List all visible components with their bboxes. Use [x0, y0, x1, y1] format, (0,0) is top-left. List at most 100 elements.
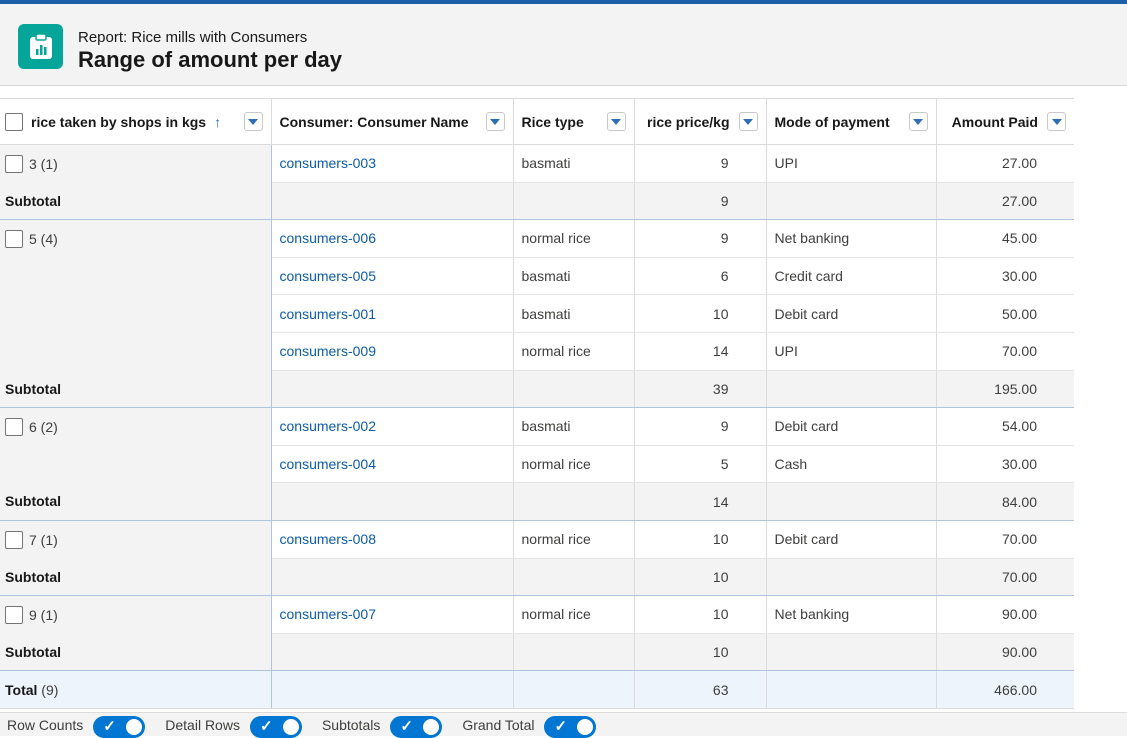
grand-total-row: Total (9) 63 466.00: [0, 670, 1074, 709]
row-counts-toggle-group: Row Counts ✓: [7, 712, 146, 738]
amount-cell: 45.00: [935, 219, 1074, 258]
subtotal-amount: 84.00: [935, 482, 1074, 521]
mode-cell: Debit card: [765, 520, 936, 559]
subtotal-amount: 70.00: [935, 558, 1074, 597]
subtotal-row: Subtotal 14 84.00: [0, 482, 1074, 521]
toggle-knob: [126, 718, 143, 735]
column-menu-chevron-down-icon[interactable]: [738, 112, 758, 131]
row-counts-toggle[interactable]: ✓: [93, 715, 146, 738]
consumer-link[interactable]: consumers-005: [270, 257, 513, 296]
column-menu-chevron-down-icon[interactable]: [1047, 112, 1066, 131]
subtotal-amount: 195.00: [935, 370, 1074, 409]
amount-cell: 90.00: [935, 595, 1074, 634]
toggle-label: Subtotals: [321, 716, 381, 733]
rice-type-cell: basmati: [512, 294, 634, 333]
rice-type-cell: basmati: [512, 144, 634, 183]
consumer-link[interactable]: consumers-006: [270, 219, 513, 258]
amount-cell: 70.00: [935, 520, 1074, 559]
report-subtitle: Report: Rice mills with Consumers: [78, 29, 308, 46]
subtotal-price: 9: [633, 182, 766, 221]
column-menu-chevron-down-icon[interactable]: [606, 112, 626, 131]
price-cell: 9: [633, 144, 766, 183]
subtotal-label: Subtotal: [0, 370, 272, 409]
subtotal-amount: 27.00: [935, 182, 1074, 221]
group-checkbox[interactable]: [5, 418, 23, 437]
price-cell: 10: [633, 520, 766, 559]
group-cell: 6 (2): [0, 407, 272, 483]
check-icon: ✓: [103, 717, 116, 735]
price-cell: 5: [633, 445, 766, 484]
mode-cell: Cash: [765, 445, 936, 484]
column-header-rice-type[interactable]: Rice type: [512, 98, 634, 145]
toggle-knob: [423, 718, 440, 735]
table-row: 6 (2) consumers-002 basmati 9 Debit card…: [0, 407, 1074, 483]
column-header-amount-paid[interactable]: Amount Paid: [935, 98, 1074, 145]
group-checkbox[interactable]: [5, 155, 23, 173]
column-header-rice-taken[interactable]: rice taken by shops in kgs ↑: [0, 98, 271, 145]
consumer-link[interactable]: consumers-002: [270, 407, 513, 446]
group-label: 9 (1): [29, 607, 58, 624]
subtotal-label: Subtotal: [0, 633, 272, 672]
column-header-mode-of-payment[interactable]: Mode of payment: [765, 98, 936, 145]
price-cell: 6: [633, 257, 766, 296]
consumer-link[interactable]: consumers-009: [270, 332, 513, 371]
column-menu-chevron-down-icon[interactable]: [243, 112, 263, 131]
select-all-checkbox[interactable]: [5, 112, 23, 131]
rice-type-cell: normal rice: [512, 520, 634, 559]
mode-cell: Net banking: [765, 595, 936, 634]
grand-total-toggle[interactable]: ✓: [544, 715, 597, 738]
table-row: 5 (4) consumers-006 normal rice 9 Net ba…: [0, 219, 1074, 371]
group-checkbox[interactable]: [5, 606, 23, 625]
consumer-link[interactable]: consumers-003: [270, 144, 513, 183]
column-header-consumer-name[interactable]: Consumer: Consumer Name: [270, 98, 513, 145]
column-label: Amount Paid: [951, 113, 1038, 130]
check-icon: ✓: [400, 717, 413, 735]
group-cell: 7 (1): [0, 520, 272, 559]
subtotal-price: 10: [633, 558, 766, 597]
consumer-link[interactable]: consumers-008: [270, 520, 513, 559]
price-cell: 9: [633, 407, 766, 446]
amount-cell: 54.00: [935, 407, 1074, 446]
report-header: Report: Rice mills with Consumers Range …: [0, 4, 1127, 86]
amount-cell: 30.00: [935, 257, 1074, 296]
detail-rows-toggle[interactable]: ✓: [249, 715, 302, 738]
group-label: 6 (2): [29, 419, 58, 436]
rice-type-cell: normal rice: [512, 219, 634, 258]
group-label: 3 (1): [29, 156, 58, 172]
consumer-link[interactable]: consumers-001: [270, 294, 513, 333]
column-menu-chevron-down-icon[interactable]: [908, 112, 928, 131]
subtotal-price: 39: [633, 370, 766, 409]
column-label: Rice type: [521, 113, 584, 130]
consumer-link[interactable]: consumers-004: [270, 445, 513, 484]
consumer-link[interactable]: consumers-007: [270, 595, 513, 634]
subtotal-row: Subtotal 9 27.00: [0, 182, 1074, 221]
table-row: 7 (1) consumers-008 normal rice 10 Debit…: [0, 520, 1074, 559]
group-label: 7 (1): [29, 531, 58, 548]
toggle-knob: [282, 718, 299, 735]
grand-total-toggle-group: Grand Total ✓: [462, 712, 597, 738]
column-menu-chevron-down-icon[interactable]: [485, 112, 505, 131]
mode-cell: Debit card: [765, 294, 936, 333]
sort-ascending-icon[interactable]: ↑: [214, 114, 221, 130]
report-icon: [18, 24, 63, 69]
subtotals-toggle[interactable]: ✓: [390, 715, 443, 738]
subtotal-row: Subtotal 39 195.00: [0, 370, 1074, 409]
report-grid: rice taken by shops in kgs ↑ Consumer: Co…: [0, 98, 1074, 712]
group-checkbox[interactable]: [5, 530, 23, 549]
toggle-label: Detail Rows: [165, 716, 240, 733]
amount-cell: 50.00: [935, 294, 1074, 333]
total-price: 63: [633, 670, 766, 709]
amount-cell: 30.00: [935, 445, 1074, 484]
total-label-cell: Total (9): [0, 670, 272, 709]
subtotal-label: Subtotal: [0, 182, 272, 221]
subtotal-label: Subtotal: [0, 558, 272, 597]
report-table: rice taken by shops in kgs ↑ Consumer: Co…: [0, 98, 1074, 709]
table-row: 3 (1) consumers-003 basmati 9 UPI 27.00: [0, 144, 1074, 183]
subtotal-row: Subtotal 10 70.00: [0, 558, 1074, 597]
column-header-rice-price[interactable]: rice price/kg: [633, 98, 766, 145]
rice-type-cell: normal rice: [512, 445, 634, 484]
price-cell: 10: [633, 294, 766, 333]
group-cell: 5 (4): [0, 219, 272, 371]
group-label: 5 (4): [29, 231, 58, 248]
group-checkbox[interactable]: [5, 230, 23, 249]
